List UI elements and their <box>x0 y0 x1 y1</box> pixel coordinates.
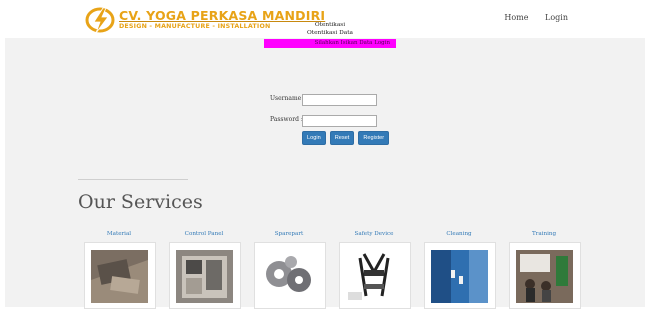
lightning-logo-icon <box>85 7 115 34</box>
service-label[interactable]: Training <box>509 231 579 239</box>
service-label[interactable]: Cleaning <box>424 231 494 239</box>
reset-button[interactable]: Reset <box>329 131 355 145</box>
services-title: Our Services <box>78 191 203 213</box>
register-button[interactable]: Register <box>358 131 390 145</box>
service-card-control-panel[interactable]: Control Panel <box>169 231 241 309</box>
service-card-safety-device[interactable]: Safety Device <box>339 231 411 309</box>
service-card-material[interactable]: Material <box>84 231 156 309</box>
username-label: Username : <box>270 95 306 102</box>
safety-harness-photo-icon <box>346 250 403 303</box>
top-nav: Home Login <box>490 13 568 22</box>
password-label: Password : <box>270 116 303 123</box>
service-image-frame[interactable] <box>424 242 496 309</box>
service-image-frame[interactable] <box>509 242 581 309</box>
nav-login-link[interactable]: Login <box>545 13 568 22</box>
password-input[interactable] <box>302 115 377 127</box>
service-label[interactable]: Safety Device <box>339 231 409 239</box>
sparepart-photo-icon <box>261 250 318 303</box>
service-image-frame[interactable] <box>339 242 411 309</box>
username-input[interactable] <box>302 94 377 106</box>
password-row: Password : <box>270 116 303 123</box>
login-alert: Silahkan Isikan Data Login <box>264 39 396 48</box>
section-divider <box>78 179 188 180</box>
cleaning-photo-icon <box>431 250 488 303</box>
control-panel-photo-icon <box>176 250 233 303</box>
auth-title: Otentikasi <box>314 22 346 28</box>
service-image-frame[interactable] <box>169 242 241 309</box>
service-image-frame[interactable] <box>254 242 326 309</box>
service-label[interactable]: Material <box>84 231 154 239</box>
service-label[interactable]: Control Panel <box>169 231 239 239</box>
auth-subtitle: Otentikasi Data <box>307 30 353 36</box>
nav-home-link[interactable]: Home <box>504 13 528 22</box>
auth-buttons: Login Reset Register <box>302 131 390 145</box>
service-image-frame[interactable] <box>84 242 156 309</box>
service-card-sparepart[interactable]: Sparepart <box>254 231 326 309</box>
service-card-training[interactable]: Training <box>509 231 581 309</box>
service-card-cleaning[interactable]: Cleaning <box>424 231 496 309</box>
training-photo-icon <box>516 250 573 303</box>
material-photo-icon <box>91 250 148 303</box>
company-name: CV. YOGA PERKASA MANDIRI <box>119 7 326 23</box>
service-label[interactable]: Sparepart <box>254 231 324 239</box>
login-button[interactable]: Login <box>302 131 326 145</box>
auth-panel: Otentikasi Otentikasi Data Silahkan Isik… <box>264 22 396 48</box>
username-row: Username : <box>270 95 305 102</box>
